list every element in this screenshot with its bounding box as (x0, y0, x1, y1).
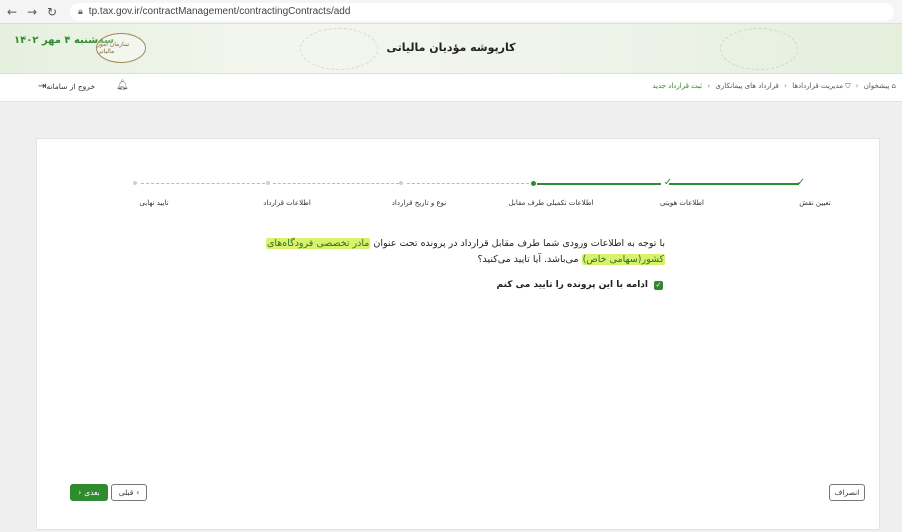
wizard-card: ✓ ✓ تعیین نقش اطلاعات هویتی اطلاعات تکمی… (36, 138, 880, 530)
bell-icon[interactable]: 🔔︎ (116, 80, 129, 91)
step-label-contract-info: اطلاعات قرارداد (263, 199, 311, 207)
step-connector (537, 183, 661, 185)
previous-label: قبلی (118, 488, 134, 497)
breadcrumb-item-new-contract: ثبت قرارداد جدید (652, 82, 703, 90)
step-connector (273, 183, 399, 184)
confirm-checkbox-row[interactable]: ✓ ادامه با این پرونده را تایید می کنم (497, 280, 663, 290)
chevron-left-icon: ‹ (784, 82, 787, 90)
breadcrumb-item-contract-management[interactable]: مدیریت قراردادها (792, 82, 843, 90)
reload-icon[interactable]: ↻ (44, 4, 60, 20)
breadcrumb-item-dashboard[interactable]: پیشخوان (864, 82, 890, 90)
step-label-identity: اطلاعات هویتی (659, 199, 705, 207)
address-bar[interactable]: 🔒︎ tp.tax.gov.ir/contractManagement/cont… (70, 2, 894, 21)
step-connector (141, 183, 265, 184)
top-nav: ⌂ پیشخوان ‹ ⛉ مدیریت قراردادها ‹ قرارداد… (0, 74, 902, 102)
step-label-role: تعیین نقش (799, 199, 831, 207)
breadcrumb: ⌂ پیشخوان ‹ ⛉ مدیریت قراردادها ‹ قرارداد… (652, 82, 896, 91)
logout-button[interactable]: خروج از سامانه ⇥ (34, 81, 95, 92)
chevron-left-icon: ‹ (707, 82, 711, 90)
step-5-dot (266, 181, 270, 185)
next-button[interactable]: بعدی ‹ (70, 484, 108, 501)
chevron-left-icon: ‹ (78, 488, 82, 497)
cancel-label: انصراف (834, 488, 860, 497)
checkbox-checked-icon[interactable]: ✓ (654, 280, 663, 290)
step-label-final: تایید نهایی (139, 199, 169, 207)
home-icon: ⌂ (891, 82, 896, 90)
step-6-dot (133, 181, 137, 185)
step-label-counterparty: اطلاعات تکمیلی طرف مقابل (508, 199, 594, 207)
previous-button[interactable]: › قبلی (111, 484, 147, 501)
logout-icon: ⇥ (38, 81, 47, 92)
shield-icon: ⛉ (845, 82, 851, 90)
forward-arrow-icon[interactable]: → (24, 4, 40, 20)
chevron-left-icon: ‹ (855, 82, 859, 90)
confirmation-message: با توجه به اطلاعات ورودی شما طرف مقابل ق… (245, 236, 665, 268)
step-2-check-icon: ✓ (663, 177, 673, 188)
step-1-check-icon: ✓ (796, 177, 806, 188)
highlighted-entity-name: مادر تخصصی فرودگاه‌های (265, 238, 371, 249)
step-connector (407, 183, 529, 184)
message-question: می‌باشد. آیا تایید می‌کنید؟ (477, 254, 579, 265)
message-text: با توجه به اطلاعات ورودی شما طرف مقابل ق… (373, 238, 665, 249)
highlighted-entity-name-cont: کشور(سهامی خاص) (581, 254, 665, 265)
cancel-button[interactable]: انصراف (829, 484, 865, 501)
confirm-label: ادامه با این پرونده را تایید می کنم (496, 280, 648, 290)
step-label-contract-type: نوع و تاریخ قرارداد (391, 199, 447, 207)
url-text: tp.tax.gov.ir/contractManagement/contrac… (88, 6, 351, 17)
next-label: بعدی (84, 488, 100, 497)
back-arrow-icon[interactable]: ← (4, 4, 20, 20)
site-header: سه‌شنبه ۴ مهر ۱۴۰۲ سازمان امور مالیاتی ک… (0, 24, 902, 74)
step-4-dot (399, 181, 403, 185)
lock-icon: 🔒︎ (78, 6, 83, 16)
breadcrumb-item-contracting-contracts[interactable]: قرارداد های پیمانکاری (715, 82, 779, 90)
page-title: کارپوشه مؤدیان مالیاتی (386, 41, 516, 54)
step-connector (669, 183, 799, 185)
chevron-right-icon: › (136, 488, 140, 497)
browser-toolbar: ← → ↻ 🔒︎ tp.tax.gov.ir/contractManagemen… (0, 0, 902, 24)
step-3-active-dot (531, 181, 536, 186)
logout-label: خروج از سامانه (46, 82, 96, 91)
